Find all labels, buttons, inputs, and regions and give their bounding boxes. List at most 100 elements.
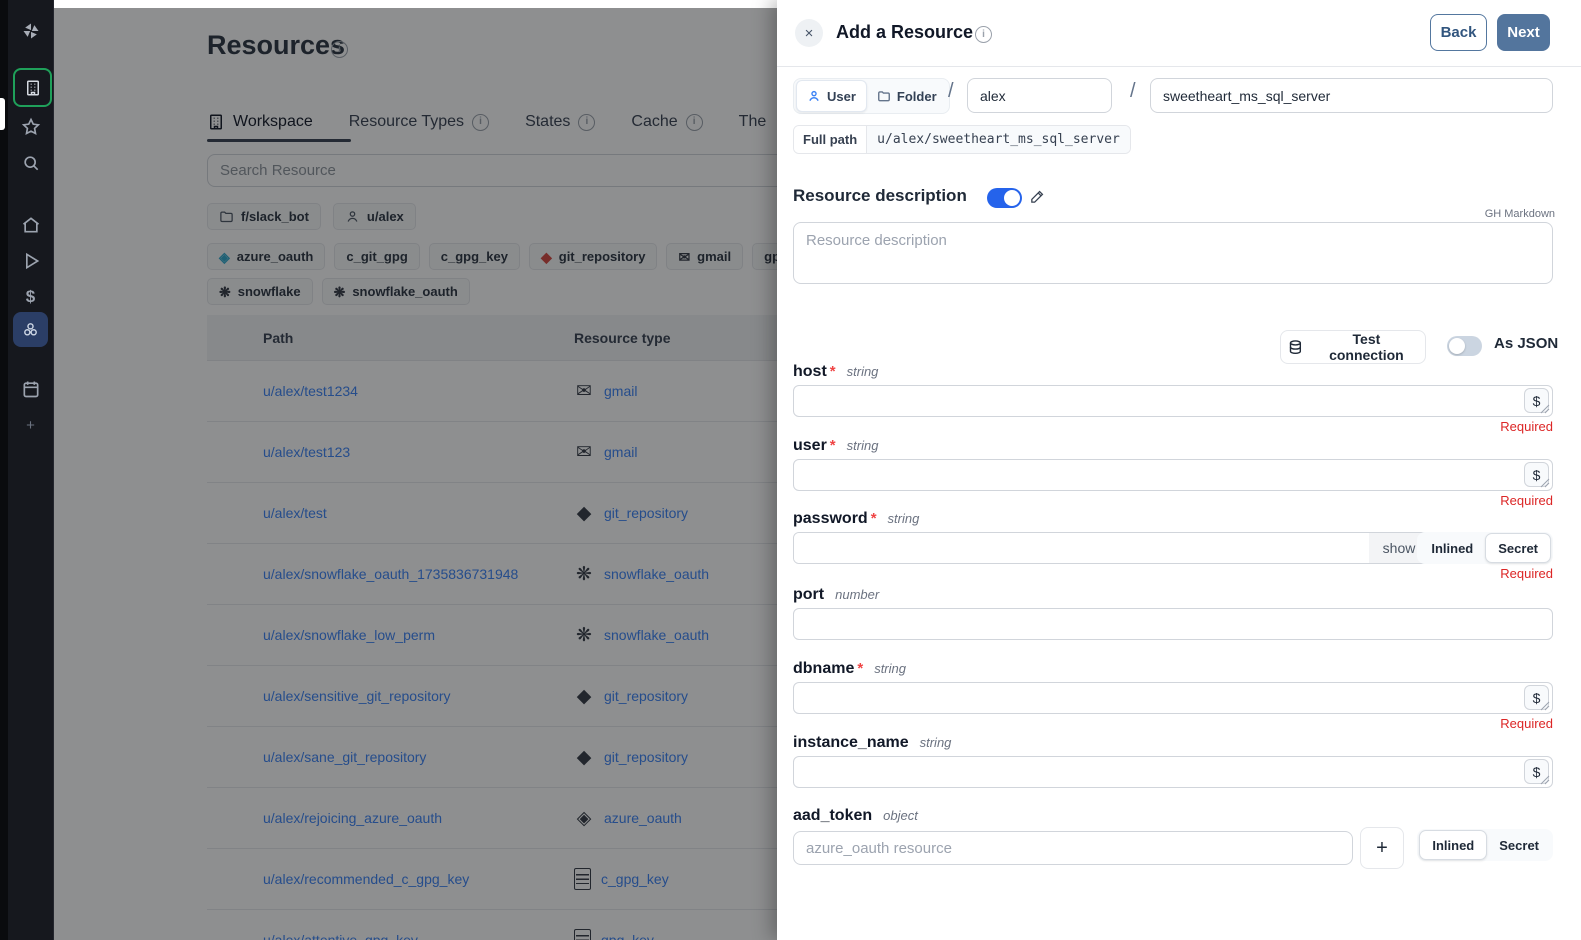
drawer-header: × Add a Resource i Back Next	[777, 0, 1581, 67]
user-input[interactable]	[794, 460, 1536, 490]
port-input[interactable]	[793, 608, 1553, 640]
full-path-display: Full path u/alex/sweetheart_ms_sql_serve…	[793, 125, 1131, 154]
dollar-icon: $	[26, 287, 35, 307]
field-type-hint: string	[847, 364, 879, 379]
user-icon	[807, 89, 821, 103]
field-port: portnumber	[793, 586, 1553, 642]
password-input-box: show	[793, 532, 1430, 564]
field-instance_name: instance_name string $	[793, 734, 1553, 790]
star-icon	[21, 117, 41, 137]
toggle-option-inlined[interactable]: Inlined	[1419, 830, 1487, 860]
plus-icon[interactable]: +	[1360, 827, 1404, 869]
sidebar-item-schedules[interactable]	[8, 372, 53, 406]
info-icon[interactable]: i	[975, 26, 992, 43]
field-input-row: $	[793, 459, 1553, 493]
field-label: aad_token object	[793, 807, 1553, 829]
path-owner-input[interactable]	[967, 78, 1112, 113]
owner-kind-folder[interactable]: Folder	[867, 81, 947, 111]
field-input-row: $	[793, 682, 1553, 716]
field-host: host*string$Required	[793, 363, 1553, 419]
sidebar-item-favorites[interactable]	[8, 110, 53, 144]
required-note: Required	[1500, 419, 1553, 434]
toggle-option-secret[interactable]: Secret	[1485, 533, 1551, 563]
inlined-secret-toggle: InlinedSecret	[1417, 532, 1553, 564]
field-type-hint: string	[847, 438, 879, 453]
field-aad_token: aad_token object +InlinedSecret	[793, 807, 1553, 863]
host-input[interactable]	[794, 386, 1536, 416]
path-name-input[interactable]	[1150, 78, 1553, 113]
required-note: Required	[1500, 566, 1553, 581]
plus-icon: +	[26, 417, 35, 434]
instance_name-input[interactable]	[794, 757, 1536, 787]
field-label: portnumber	[793, 586, 1553, 608]
windmill-logo-icon[interactable]	[8, 14, 53, 48]
play-icon	[21, 251, 41, 271]
sidebar-item-search[interactable]	[8, 146, 53, 180]
field-label: host* string	[793, 363, 1553, 385]
field-input-row: $	[793, 756, 1553, 790]
app-root: Resources i Workspace Resource Types i S…	[0, 0, 1581, 940]
required-asterisk: *	[830, 437, 836, 454]
description-toggle[interactable]	[987, 188, 1022, 208]
sidebar-item-resources[interactable]	[13, 312, 48, 347]
resize-handle[interactable]	[1540, 478, 1550, 488]
back-button[interactable]: Back	[1430, 14, 1487, 51]
toggle-option-inlined[interactable]: Inlined	[1419, 534, 1485, 562]
sidebar: $ +	[8, 0, 54, 940]
field-input-row	[793, 608, 1553, 642]
toggle-option-secret[interactable]: Secret	[1487, 831, 1551, 859]
user-input-box: $	[793, 459, 1553, 491]
resize-handle[interactable]	[1540, 701, 1550, 711]
folder-icon	[877, 89, 891, 103]
full-path-value: u/alex/sweetheart_ms_sql_server	[866, 126, 1130, 153]
sidebar-item-workspace[interactable]	[13, 68, 52, 107]
field-type-hint: string	[888, 511, 920, 526]
database-icon	[1287, 339, 1304, 356]
left-edge-strip	[0, 0, 8, 940]
field-name: aad_token	[793, 807, 872, 825]
next-button[interactable]: Next	[1497, 14, 1550, 51]
field-type-hint: string	[874, 661, 906, 676]
test-connection-button[interactable]: Test connection	[1280, 330, 1426, 364]
resize-handle[interactable]	[1540, 775, 1550, 785]
required-asterisk: *	[871, 510, 877, 527]
pencil-icon[interactable]	[1029, 188, 1046, 210]
field-name: instance_name	[793, 734, 909, 752]
as-json-label: As JSON	[1494, 335, 1558, 352]
field-input-row: $	[793, 385, 1553, 419]
owner-kind-user[interactable]: User	[796, 80, 867, 112]
host-input-box: $	[793, 385, 1553, 417]
dbname-input[interactable]	[794, 683, 1536, 713]
field-dbname: dbname*string$Required	[793, 660, 1553, 716]
password-input[interactable]	[794, 533, 1385, 563]
field-label: user*string	[793, 437, 1553, 459]
description-textarea[interactable]	[793, 222, 1553, 284]
field-type-hint: number	[835, 587, 879, 602]
field-label: dbname*string	[793, 660, 1553, 682]
sidebar-item-runs[interactable]	[8, 244, 53, 278]
required-asterisk: *	[830, 363, 836, 380]
drawer-title: Add a Resource	[836, 22, 973, 43]
search-icon	[21, 153, 41, 173]
field-input-row: showInlinedSecret	[793, 532, 1553, 566]
instance_name-input-box: $	[793, 756, 1553, 788]
description-heading: Resource description	[793, 186, 967, 206]
sidebar-item-variables[interactable]: $	[8, 280, 53, 314]
field-type-hint: object	[883, 808, 918, 823]
aad_token-resource-input[interactable]	[793, 831, 1353, 865]
field-password: password*stringshowInlinedSecretRequired	[793, 510, 1553, 566]
sidebar-item-add[interactable]: +	[8, 408, 53, 442]
field-name: password	[793, 510, 868, 528]
field-type-hint: string	[920, 735, 952, 750]
inlined-secret-toggle: InlinedSecret	[1417, 829, 1553, 861]
field-user: user*string$Required	[793, 437, 1553, 493]
sidebar-item-home[interactable]	[8, 208, 53, 242]
close-icon[interactable]: ×	[795, 19, 823, 47]
owner-kind-toggle: User Folder	[793, 78, 950, 114]
field-input-row: +InlinedSecret	[793, 829, 1553, 863]
path-separator: /	[948, 80, 954, 103]
field-name: host	[793, 363, 827, 381]
as-json-toggle[interactable]	[1447, 336, 1482, 356]
resize-handle[interactable]	[1540, 404, 1550, 414]
path-separator: /	[1130, 80, 1136, 103]
